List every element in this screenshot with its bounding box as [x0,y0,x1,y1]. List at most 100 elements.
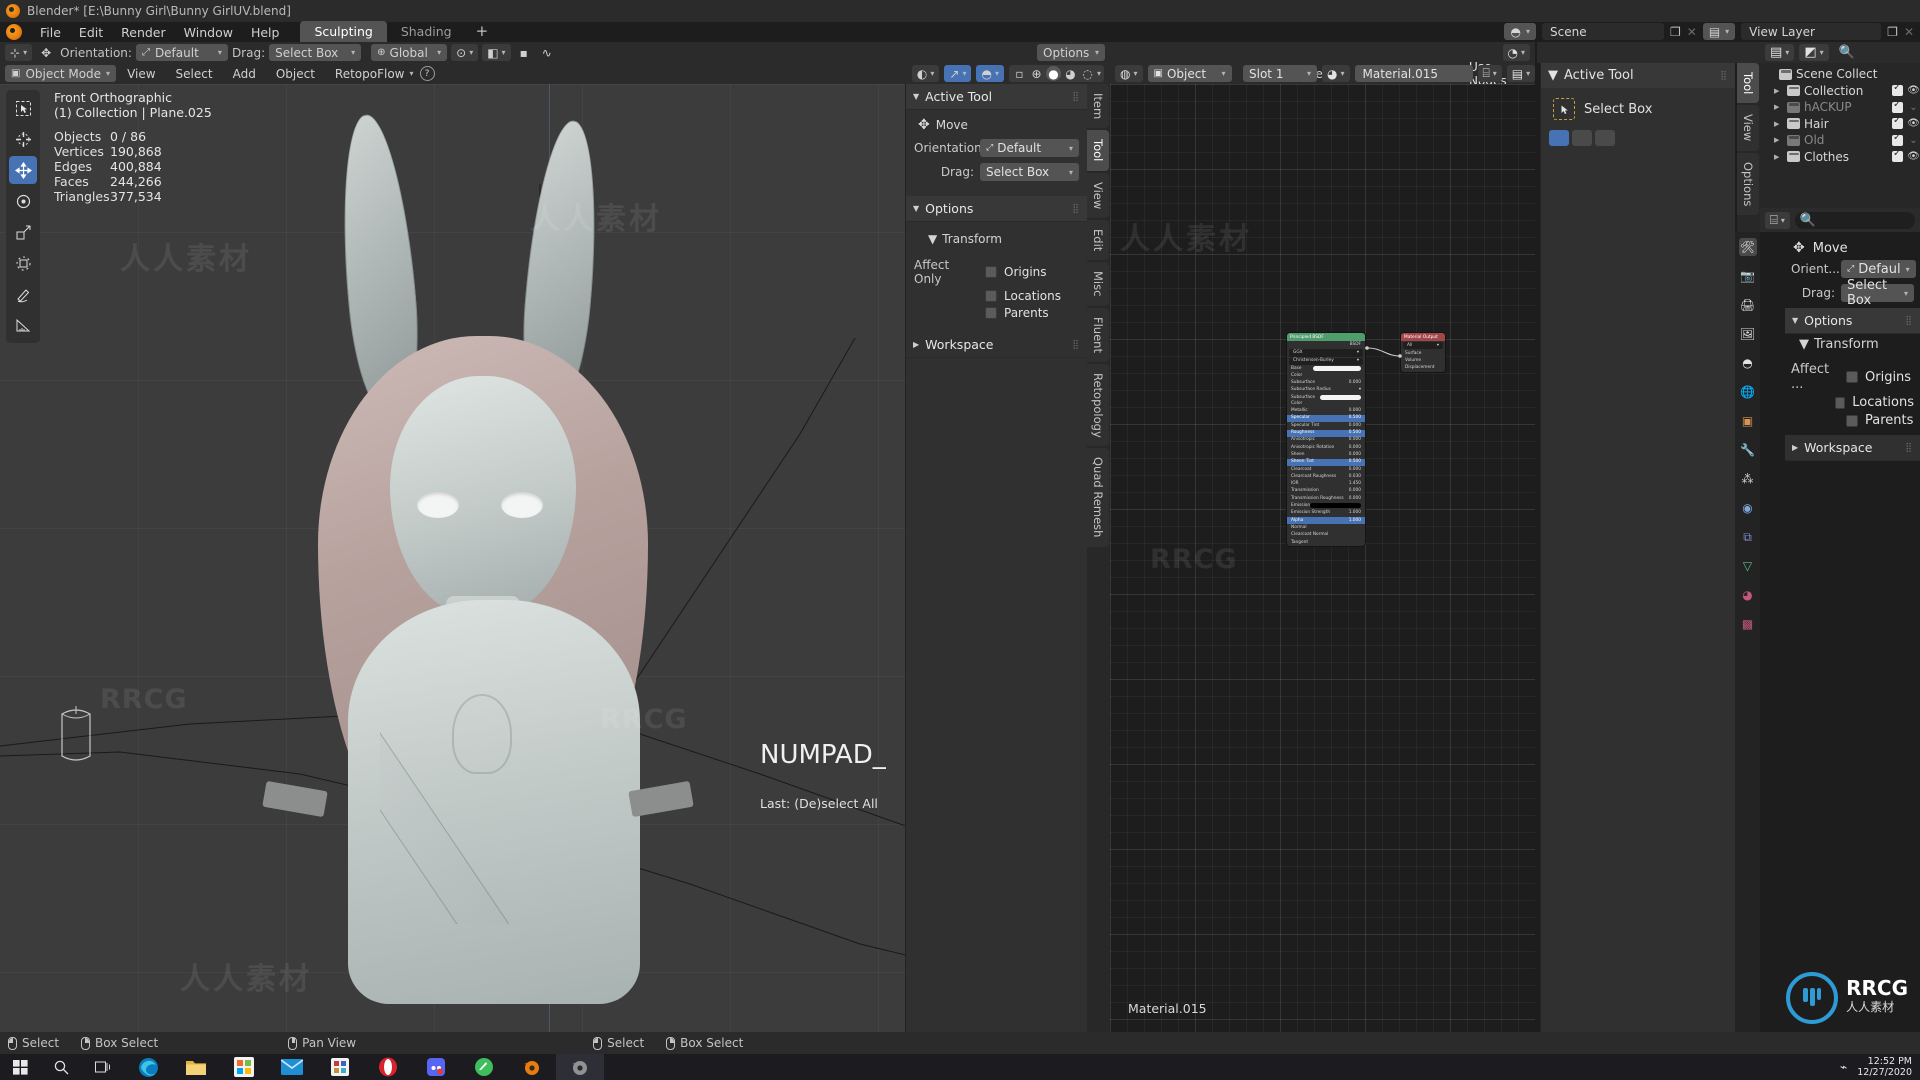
sidebar-tab-item[interactable]: Item [1087,84,1109,129]
scene-name-field[interactable]: Scene [1541,23,1664,40]
collapse-triangle-icon[interactable]: ▼ [1548,68,1558,83]
expand-triangle-icon[interactable]: ▶ [1774,103,1783,111]
checkbox-locations[interactable] [985,290,997,302]
shading-wireframe-icon[interactable]: ⊕ [1029,66,1044,81]
sidebar-tab-retopology[interactable]: Retopology [1087,363,1109,447]
properties-workspace-header[interactable]: ▶ Workspace ⣿ [1785,435,1920,461]
workspace-tab-shading[interactable]: Shading [387,21,466,42]
xray-toggle-icon[interactable]: ▫ [1012,66,1027,81]
properties-icon-object[interactable]: ▣ [1739,412,1757,430]
checkbox-parents[interactable] [1846,414,1858,427]
properties-icon-data[interactable]: ▽ [1739,557,1757,575]
checkbox-origins[interactable] [1846,371,1858,383]
npanel-drag-dropdown[interactable]: Select Box ▾ [980,163,1079,181]
sidebar-tab-tool[interactable]: Tool [1087,130,1109,171]
proportional-falloff-icon[interactable]: ▪ [515,44,533,61]
collapse-triangle-icon[interactable]: ▼ [913,92,919,101]
outliner-row-old[interactable]: ▶ Old ⌄ [1760,132,1920,149]
panel-grip-icon[interactable]: ⣿ [1072,92,1080,102]
menu-window[interactable]: Window [175,23,242,42]
blender-active-icon[interactable] [556,1054,604,1080]
outliner-row-collection[interactable]: ▶ Collection 👁 [1760,82,1920,100]
zbrush-icon[interactable] [460,1054,508,1080]
outliner-row-backup[interactable]: ▶ hACKUP ⌄ [1760,99,1920,116]
properties-icon-scene[interactable]: ◓ [1739,354,1757,372]
panel-grip-icon[interactable]: ⣿ [1072,204,1080,214]
shader-type-dropdown[interactable]: ▣ Object ▾ [1147,65,1232,82]
properties-icon-modifier[interactable]: 🔧 [1739,441,1757,459]
properties-orientation-dropdown[interactable]: ⤢ Defaul ▾ [1841,260,1916,278]
discord-icon[interactable] [412,1054,460,1080]
properties-drag-dropdown[interactable]: Select Box ▾ [1841,278,1914,308]
object-mode-dropdown[interactable]: ▣ Object Mode ▾ [5,65,117,82]
properties-tab-tool[interactable]: Tool [1737,63,1759,104]
scene-browse-icon[interactable]: ◓ ▾ [1504,23,1536,40]
outliner-checkbox[interactable] [1892,148,1903,163]
viewlayer-name-field[interactable]: View Layer [1741,23,1882,40]
properties-editor-type-icon[interactable]: ⌸ ▾ [1765,211,1790,229]
scene-duplicate-icon[interactable]: ❐ [1670,25,1681,39]
mail-icon[interactable] [268,1054,316,1080]
properties-icon-constraint[interactable]: ⧉ [1739,528,1757,546]
taskbar-search-icon[interactable] [40,1054,82,1080]
clock-date[interactable]: 12/27/2020 [1857,1067,1912,1078]
select-subtract-icon[interactable] [1595,130,1615,146]
outliner[interactable]: Scene Collect ▶ Collection 👁 ▶ hACKUP ⌄ … [1760,63,1920,208]
windows-start-icon[interactable] [0,1054,40,1080]
onenote-icon[interactable] [316,1054,364,1080]
properties-transform-subheader[interactable]: ▼ Transform [1785,334,1920,355]
properties-icon-particles[interactable]: ⁂ [1739,470,1757,488]
collapse-triangle-icon[interactable]: ▼ [1792,316,1798,325]
sidebar-tab-misc[interactable]: Misc [1087,262,1109,306]
expand-triangle-icon[interactable]: ▶ [1792,443,1798,452]
orientation-dropdown[interactable]: ⤢ Default ▾ [135,44,228,61]
checkbox-origins[interactable] [985,266,997,278]
transform-space-dropdown[interactable]: ⊕ Global ▾ [371,44,448,61]
outliner-filter-icon[interactable]: ◩ ▾ [1799,44,1829,61]
microsoft-store-icon[interactable] [220,1054,268,1080]
menu-file[interactable]: File [31,23,70,42]
eye-icon[interactable]: 👁 [1907,151,1920,162]
outliner-display-mode-icon[interactable]: ▤ ▾ [1765,44,1795,61]
npanel-active-tool-header[interactable]: ▼ Active Tool ⣿ [906,84,1087,110]
checkbox-locations[interactable] [1835,396,1846,409]
outliner-checkbox[interactable] [1892,99,1903,113]
material-name-field[interactable]: Material.015 [1354,65,1473,82]
file-explorer-icon[interactable] [172,1054,220,1080]
opera-icon[interactable] [364,1054,412,1080]
material-slot-dropdown[interactable]: Slot 1 ▾ [1243,65,1317,82]
move-tool-icon[interactable]: ✥ [36,44,56,61]
viewlayer-browse-icon[interactable]: ▤ ▾ [1702,23,1736,40]
properties-icon-tool[interactable]: 🛠 [1738,238,1757,256]
viewport-menu-view[interactable]: View [118,65,164,83]
tool-move-icon[interactable] [9,156,37,184]
properties-options-header[interactable]: ▼ Options ⣿ [1785,308,1920,334]
transform-pivot-icon[interactable]: ⊹ ▾ [5,44,33,61]
network-icon[interactable]: ⌁ [1840,1061,1847,1073]
npanel-transform-subheader[interactable]: ▼ Transform [914,229,1079,249]
sidebar-tab-edit[interactable]: Edit [1087,219,1109,261]
shading-solid-icon[interactable]: ● [1045,66,1061,81]
falloff-curve-icon[interactable]: ∿ [537,44,557,61]
expand-triangle-icon[interactable]: ▶ [1774,136,1783,144]
scene-delete-icon[interactable]: ✕ [1687,25,1697,39]
tool-select-box-icon[interactable] [9,94,37,122]
outliner-checkbox[interactable] [1892,82,1903,97]
active-tool-chip[interactable]: Select Box [1549,95,1727,123]
affect-only-origins-row[interactable]: Affect Only Origins [914,258,1079,286]
expand-triangle-icon[interactable]: ▶ [913,340,919,349]
properties-icon-world[interactable]: 🌐 [1739,383,1757,401]
eye-closed-icon[interactable]: ⌄ [1907,102,1920,113]
tool-scale-icon[interactable] [9,218,37,246]
properties-icon-physics[interactable]: ◉ [1739,499,1757,517]
properties-affect-parents-row[interactable]: Parents [1791,413,1914,428]
drag-dropdown[interactable]: Select Box ▾ [269,44,362,61]
eye-icon[interactable]: 👁 [1907,118,1920,129]
affect-only-locations-row[interactable]: Locations [914,289,1079,303]
npanel-workspace-header[interactable]: ▶ Workspace ⣿ [906,332,1087,358]
task-view-icon[interactable] [82,1054,124,1080]
collapse-triangle-icon[interactable]: ▼ [913,204,919,213]
panel-grip-icon[interactable]: ⣿ [1905,443,1913,453]
properties-icon-render[interactable]: 📷 [1739,267,1757,285]
expand-triangle-icon[interactable]: ▶ [1774,120,1783,128]
